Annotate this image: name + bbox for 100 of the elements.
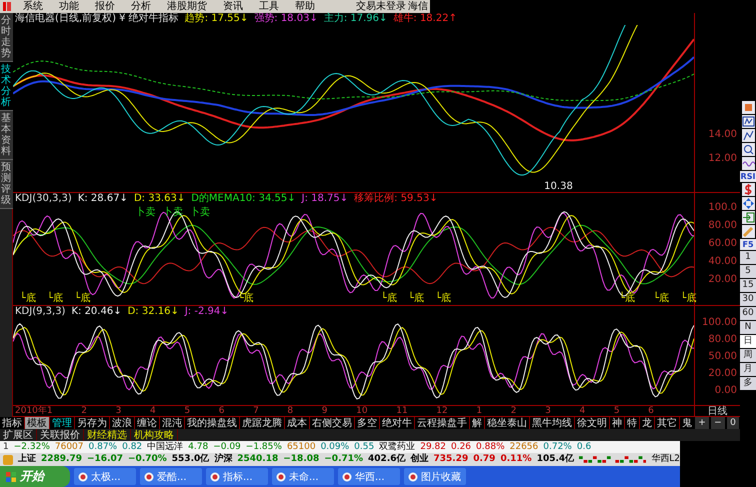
tool-tab[interactable]: 缠论 bbox=[135, 417, 160, 429]
date-label: 11 bbox=[396, 406, 408, 416]
ticker-value: 双鹭药业 bbox=[379, 442, 416, 452]
taskbar-item[interactable]: 太极... bbox=[74, 468, 136, 485]
ticker-value: 0.6 bbox=[576, 442, 592, 452]
menu-item[interactable]: 报价 bbox=[88, 0, 122, 12]
axis-label: 100.00 bbox=[702, 318, 737, 328]
tool-tab[interactable]: 绝对牛 bbox=[380, 417, 415, 429]
indicator-title: KDJ(30,3,3) bbox=[15, 193, 72, 205]
period-button[interactable]: 周 bbox=[740, 349, 756, 362]
axis-label: 50.00 bbox=[708, 352, 737, 362]
tool-tab[interactable]: 另存为 bbox=[75, 417, 110, 429]
ticker-value: 29.82 bbox=[420, 442, 446, 452]
menu-item[interactable]: 海信 bbox=[408, 0, 428, 12]
rsi-button[interactable]: RSI bbox=[740, 171, 756, 182]
tool-tab[interactable]: 神 bbox=[610, 417, 625, 429]
period-button[interactable]: 多 bbox=[740, 377, 756, 390]
tool-tab[interactable]: 特 bbox=[625, 417, 640, 429]
date-label: 7 bbox=[253, 406, 259, 416]
menu-item[interactable]: 帮助 bbox=[288, 0, 322, 12]
square-icon[interactable] bbox=[742, 101, 754, 114]
tool-tab[interactable]: 鬼 bbox=[680, 417, 694, 429]
tool-tab[interactable]: 我的操盘线 bbox=[185, 417, 240, 429]
tool-tab[interactable]: 指标 bbox=[0, 417, 25, 429]
date-label: 2010年1 bbox=[15, 406, 53, 416]
period-button[interactable]: 月 bbox=[740, 363, 756, 376]
menu-item[interactable]: 系统 bbox=[16, 0, 50, 12]
app-icon bbox=[342, 472, 352, 482]
index-value: 0.11% bbox=[500, 454, 532, 465]
axis-label: 80.00 bbox=[708, 221, 737, 231]
taskbar-item[interactable]: 华西... bbox=[338, 468, 400, 485]
side-tab[interactable]: 分时走势 bbox=[0, 13, 13, 62]
indicator-value: D: 32.16↓ bbox=[128, 306, 179, 318]
menu-item[interactable]: 功能 bbox=[52, 0, 86, 12]
indicator-value: 趋势: 17.55↓ bbox=[184, 13, 248, 25]
magnifier-icon[interactable] bbox=[742, 143, 754, 156]
enter-icon[interactable] bbox=[742, 211, 754, 224]
side-tab[interactable]: 基本资料 bbox=[0, 111, 13, 160]
tool-tab[interactable]: 黑牛均线 bbox=[530, 417, 575, 429]
pencil-icon[interactable] bbox=[742, 225, 754, 238]
tool-tab[interactable]: 稳坐泰山 bbox=[485, 417, 530, 429]
index-value: −18.08 bbox=[283, 454, 320, 465]
zoom-button[interactable]: + bbox=[695, 417, 709, 429]
period-button[interactable]: 1 bbox=[740, 251, 756, 264]
ticker-value: 0.72% bbox=[543, 442, 572, 452]
breadth-bars-icon bbox=[579, 455, 646, 464]
tool-tab[interactable]: 管理 bbox=[50, 417, 75, 429]
axis-label: 14.00 bbox=[708, 130, 737, 140]
taskbar-item[interactable]: 未命... bbox=[272, 468, 334, 485]
taskbar-item[interactable]: 指标... bbox=[206, 468, 268, 485]
tool-tab[interactable]: 解 bbox=[470, 417, 485, 429]
ticker-value: −0.09 bbox=[213, 442, 241, 452]
tool-tab[interactable]: 龙 bbox=[640, 417, 655, 429]
taskbar-item[interactable]: 图片收藏 bbox=[404, 468, 466, 485]
side-tab[interactable]: 技术分析 bbox=[0, 62, 13, 111]
dollar-icon[interactable] bbox=[742, 183, 754, 196]
menu-item[interactable]: 工具 bbox=[252, 0, 286, 12]
index-value: 0.79 bbox=[473, 454, 496, 465]
start-button[interactable]: 开始 bbox=[0, 466, 70, 487]
tool-tab[interactable]: 云程操盘手 bbox=[415, 417, 470, 429]
line-chart-icon[interactable] bbox=[742, 129, 754, 142]
period-button[interactable]: 60 bbox=[740, 307, 756, 320]
zoom-button[interactable]: − bbox=[711, 417, 725, 429]
period-button[interactable]: N bbox=[740, 321, 756, 334]
tool-tab[interactable]: 右侧交易 bbox=[310, 417, 355, 429]
date-label: 1 bbox=[476, 406, 482, 416]
date-label: 10 bbox=[356, 406, 368, 416]
ticker-value: 0.09% bbox=[320, 442, 350, 452]
tool-tab[interactable]: 成本 bbox=[285, 417, 310, 429]
indicator-value: J: -2.94↓ bbox=[184, 306, 229, 318]
period-button[interactable]: 日 bbox=[740, 335, 756, 348]
menu-item[interactable]: 港股期货 bbox=[160, 0, 214, 12]
tool-tab[interactable]: 波浪 bbox=[110, 417, 135, 429]
side-tab[interactable]: 预测评级 bbox=[0, 160, 13, 209]
tool-tab[interactable]: 徐文明 bbox=[575, 417, 610, 429]
period-button[interactable]: 5 bbox=[740, 265, 756, 278]
period-label: 日线 bbox=[694, 406, 740, 416]
index-value: −0.71% bbox=[324, 454, 364, 465]
menu-item[interactable]: 资讯 bbox=[216, 0, 250, 12]
tool-tab[interactable]: 混沌 bbox=[160, 417, 185, 429]
f5-button[interactable]: F5 bbox=[740, 239, 756, 250]
index-value: −0.70% bbox=[128, 454, 167, 465]
tool-tab[interactable]: 其它 bbox=[655, 417, 680, 429]
taskbar-item[interactable]: 爱酷... bbox=[140, 468, 202, 485]
axis-label: 0.00 bbox=[714, 386, 737, 396]
ticker-value: 76007 bbox=[54, 442, 84, 452]
zoom-button[interactable]: 0 bbox=[727, 417, 739, 429]
tool-tab[interactable]: 虎踞龙腾 bbox=[240, 417, 285, 429]
tool-tab[interactable]: 模板 bbox=[25, 417, 50, 429]
period-button[interactable]: 30 bbox=[740, 293, 756, 306]
ticker-value: 0.87% bbox=[88, 442, 118, 452]
tool-tab[interactable]: 多空 bbox=[355, 417, 380, 429]
bottom-signal: └底 bbox=[20, 293, 36, 304]
axis-label: 20.00 bbox=[708, 275, 737, 285]
move-arrows-icon[interactable] bbox=[742, 197, 754, 210]
menu-item[interactable]: 分析 bbox=[124, 0, 158, 12]
wave-icon[interactable] bbox=[742, 157, 754, 170]
axis-label: 100.0 bbox=[708, 203, 737, 213]
date-label: 2 bbox=[81, 406, 87, 416]
period-button[interactable]: 15 bbox=[740, 279, 756, 292]
